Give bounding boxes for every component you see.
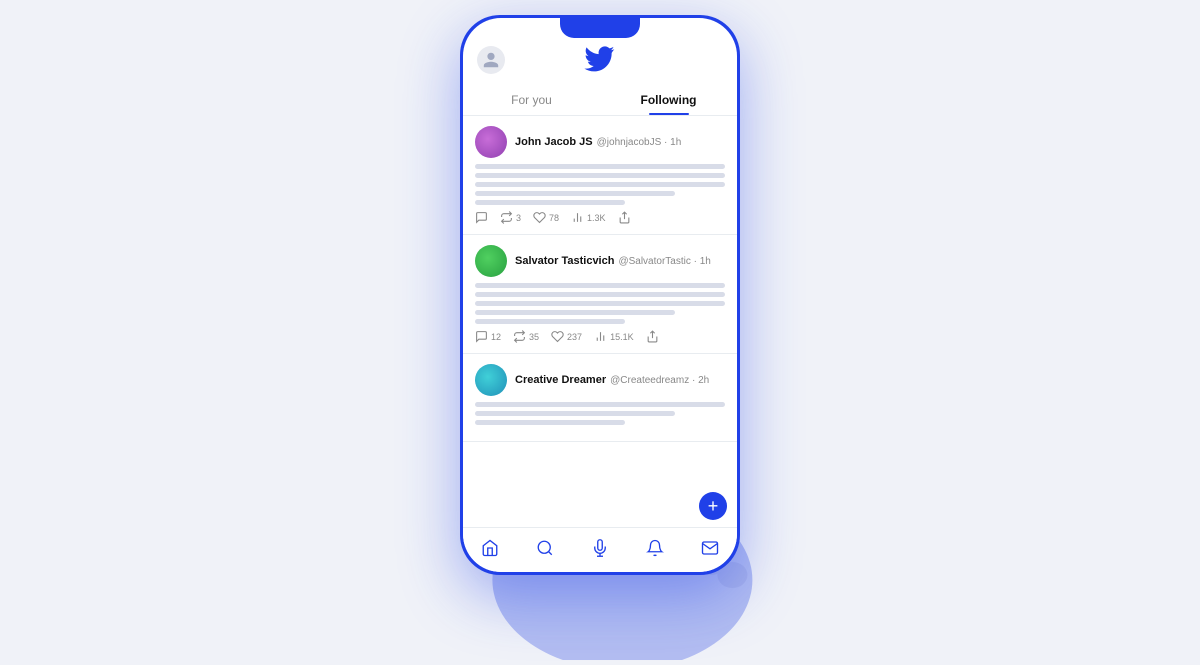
tab-following[interactable]: Following	[600, 85, 737, 115]
retweet-count: 35	[529, 332, 539, 342]
mail-nav-button[interactable]	[700, 538, 720, 558]
compose-fab-button[interactable]: +	[699, 492, 727, 520]
home-nav-button[interactable]	[480, 538, 500, 558]
views-count: 15.1K	[610, 332, 634, 342]
tweet-item: Salvator Tasticvich @SalvatorTastic · 1h	[463, 235, 737, 354]
reply-icon	[475, 211, 488, 224]
tweet-name-row: Salvator Tasticvich @SalvatorTastic · 1h	[515, 255, 711, 267]
views-icon	[594, 330, 607, 343]
tweet-line	[475, 283, 725, 288]
tweet-name[interactable]: Salvator Tasticvich	[515, 255, 614, 267]
reply-count: 12	[491, 332, 501, 342]
tweet-line	[475, 420, 625, 425]
tweet-content	[475, 402, 725, 425]
tweet-line	[475, 200, 625, 205]
tweet-line	[475, 182, 725, 187]
tweet-avatar[interactable]	[475, 126, 507, 158]
tweet-line	[475, 301, 725, 306]
share-action[interactable]	[646, 330, 659, 343]
tweet-user-info: Creative Dreamer @Createedreamz · 2h	[515, 374, 709, 386]
search-nav-button[interactable]	[535, 538, 555, 558]
tab-for-you[interactable]: For you	[463, 85, 600, 115]
app-logo	[584, 46, 616, 77]
tweet-user-info: John Jacob JS @johnjacobJS · 1h	[515, 136, 681, 148]
mic-icon	[591, 539, 609, 557]
tweet-line	[475, 402, 725, 407]
phone-wrapper: For you Following	[460, 15, 740, 575]
tweet-actions: 12 35 237	[475, 330, 725, 343]
tweet-line	[475, 411, 675, 416]
fab-label: +	[708, 497, 719, 515]
tweet-header: Creative Dreamer @Createedreamz · 2h	[475, 364, 725, 396]
like-icon	[533, 211, 546, 224]
tweet-content	[475, 283, 725, 324]
retweet-count: 3	[516, 213, 521, 223]
tweet-handle: @Createedreamz · 2h	[610, 375, 709, 386]
tweet-user-info: Salvator Tasticvich @SalvatorTastic · 1h	[515, 255, 711, 267]
reply-icon	[475, 330, 488, 343]
reply-action[interactable]	[475, 211, 488, 224]
tweet-content	[475, 164, 725, 205]
bird-icon	[584, 46, 616, 72]
tab-following-label: Following	[641, 93, 697, 107]
views-icon	[571, 211, 584, 224]
tweet-line	[475, 310, 675, 315]
share-icon	[618, 211, 631, 224]
tweet-handle: @SalvatorTastic · 1h	[618, 256, 710, 267]
views-action: 1.3K	[571, 211, 606, 224]
tweet-name-row: John Jacob JS @johnjacobJS · 1h	[515, 136, 681, 148]
tweet-actions: 3 78 1.3K	[475, 211, 725, 224]
mic-nav-button[interactable]	[590, 538, 610, 558]
phone-notch	[560, 18, 640, 38]
share-action[interactable]	[618, 211, 631, 224]
retweet-action[interactable]: 3	[500, 211, 521, 224]
tab-bar: For you Following	[463, 85, 737, 116]
tweet-avatar[interactable]	[475, 245, 507, 277]
avatar[interactable]	[477, 46, 505, 74]
tweet-line	[475, 191, 675, 196]
tweet-line	[475, 164, 725, 169]
mail-icon	[701, 539, 719, 557]
tweet-line	[475, 173, 725, 178]
like-action[interactable]: 78	[533, 211, 559, 224]
bell-icon	[646, 539, 664, 557]
tweet-avatar[interactable]	[475, 364, 507, 396]
views-count: 1.3K	[587, 213, 606, 223]
bell-nav-button[interactable]	[645, 538, 665, 558]
like-action[interactable]: 237	[551, 330, 582, 343]
app-screen: For you Following	[463, 18, 737, 572]
phone-frame: For you Following	[460, 15, 740, 575]
tweet-handle: @johnjacobJS · 1h	[597, 137, 682, 148]
share-icon	[646, 330, 659, 343]
bottom-nav	[463, 527, 737, 572]
user-icon	[482, 51, 500, 69]
tweet-name[interactable]: Creative Dreamer	[515, 374, 606, 386]
tweet-header: John Jacob JS @johnjacobJS · 1h	[475, 126, 725, 158]
like-icon	[551, 330, 564, 343]
phone-screen: For you Following	[463, 18, 737, 572]
views-action: 15.1K	[594, 330, 634, 343]
retweet-action[interactable]: 35	[513, 330, 539, 343]
scene: For you Following	[0, 0, 1200, 630]
retweet-icon	[513, 330, 526, 343]
tweet-line	[475, 292, 725, 297]
reply-action[interactable]: 12	[475, 330, 501, 343]
tweet-item: Creative Dreamer @Createedreamz · 2h	[463, 354, 737, 442]
search-icon	[536, 539, 554, 557]
retweet-icon	[500, 211, 513, 224]
tweet-line	[475, 319, 625, 324]
tweet-feed: John Jacob JS @johnjacobJS · 1h	[463, 116, 737, 527]
tweet-header: Salvator Tasticvich @SalvatorTastic · 1h	[475, 245, 725, 277]
like-count: 237	[567, 332, 582, 342]
like-count: 78	[549, 213, 559, 223]
tweet-name[interactable]: John Jacob JS	[515, 136, 593, 148]
tab-for-you-label: For you	[511, 93, 552, 107]
tweet-name-row: Creative Dreamer @Createedreamz · 2h	[515, 374, 709, 386]
tweet-item: John Jacob JS @johnjacobJS · 1h	[463, 116, 737, 235]
home-icon	[481, 539, 499, 557]
